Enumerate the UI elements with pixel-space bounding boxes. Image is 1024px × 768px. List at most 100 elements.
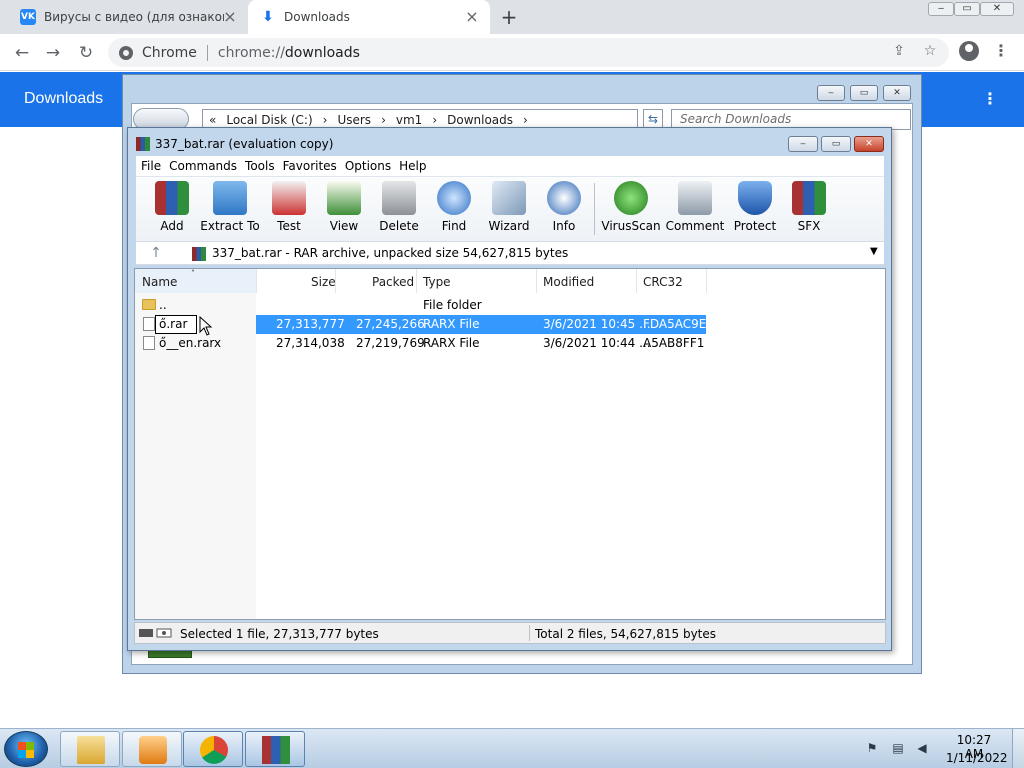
maximize-button[interactable]: ▭	[954, 2, 980, 16]
protect-button[interactable]: Protect	[724, 181, 786, 233]
toolbar-label: Test	[277, 219, 301, 233]
show-desktop-button[interactable]	[1012, 729, 1024, 768]
file-type: RARX File	[423, 336, 480, 350]
delete-button[interactable]: Delete	[368, 181, 430, 233]
vk-icon: VK	[20, 9, 36, 25]
column-header-name[interactable]: Name	[142, 275, 177, 289]
start-button[interactable]	[4, 731, 48, 767]
column-header-packed[interactable]: Packed	[372, 275, 414, 289]
downloads-menu-icon[interactable]: ⋮	[982, 89, 998, 108]
file-type: File folder	[423, 298, 482, 312]
chevron-right-icon[interactable]: ›	[381, 113, 386, 127]
reload-button[interactable]: ↻	[74, 41, 98, 65]
profile-avatar-icon[interactable]	[959, 41, 979, 61]
extract-to-icon	[213, 181, 247, 215]
breadcrumb-users[interactable]: Users	[337, 113, 371, 127]
file-icon	[143, 336, 155, 350]
back-button[interactable]: ←	[10, 41, 34, 65]
file-size: 27,313,777	[276, 317, 345, 331]
toolbar-label: Find	[441, 219, 467, 233]
taskbar-explorer[interactable]	[60, 731, 120, 767]
menu-tools[interactable]: Tools	[245, 159, 275, 173]
table-row[interactable]: .. File folder	[135, 296, 885, 315]
taskbar-media-player[interactable]	[122, 731, 182, 767]
forward-button[interactable]: →	[41, 41, 65, 65]
volume-icon[interactable]: ◀	[914, 740, 930, 756]
protect-icon	[738, 181, 772, 215]
menu-options[interactable]: Options	[345, 159, 391, 173]
breadcrumb-downloads[interactable]: Downloads	[447, 113, 513, 127]
clock-date[interactable]: 1/11/2022	[946, 751, 1008, 765]
new-tab-button[interactable]: +	[498, 6, 520, 28]
tab-vk-video[interactable]: VK Вирусы с видео (для ознакомле ×	[8, 0, 248, 34]
column-header-modified[interactable]: Modified	[543, 275, 594, 289]
explorer-minimize-button[interactable]: ‒	[817, 85, 845, 101]
chevron-right-icon[interactable]: ›	[323, 113, 328, 127]
tab-downloads[interactable]: ⬇ Downloads ×	[248, 0, 490, 34]
winrar-maximize-button[interactable]: ▭	[821, 136, 851, 152]
tab-title: Downloads	[284, 10, 350, 24]
share-icon[interactable]: ⇪	[889, 41, 909, 61]
menu-file[interactable]: File	[141, 159, 161, 173]
column-header-size[interactable]: Size	[311, 275, 336, 289]
file-name[interactable]: ő.rar	[159, 317, 187, 331]
toolbar-label: Info	[552, 219, 576, 233]
winrar-icon	[262, 736, 290, 764]
winrar-toolbar: Add Extract To Test View Delete Find Wiz…	[136, 176, 884, 241]
column-header-crc32[interactable]: CRC32	[643, 275, 683, 289]
file-crc: FDA5AC9E	[643, 317, 707, 331]
chevron-down-icon[interactable]: ▼	[870, 246, 878, 257]
chevron-right-icon[interactable]: ›	[432, 113, 437, 127]
minimize-button[interactable]: ‒	[928, 2, 954, 16]
virusscan-button[interactable]: VirusScan	[599, 181, 663, 233]
sfx-button[interactable]: SFX	[778, 181, 840, 233]
toolbar-separator	[594, 183, 595, 235]
breadcrumb-local-disk[interactable]: Local Disk (C:)	[226, 113, 312, 127]
toolbar-label: SFX	[797, 219, 821, 233]
archive-path-bar: ↑ 337_bat.rar - RAR archive, unpacked si…	[136, 241, 884, 265]
table-row[interactable]: ő__en.rarx 27,314,038 27,219,769 RARX Fi…	[135, 334, 885, 353]
explorer-close-button[interactable]: ✕	[883, 85, 911, 101]
menu-favorites[interactable]: Favorites	[283, 159, 337, 173]
info-button[interactable]: Info	[533, 181, 595, 233]
more-menu-icon[interactable]: ⋮	[993, 41, 1009, 61]
menu-commands[interactable]: Commands	[169, 159, 237, 173]
close-window-button[interactable]: ✕	[980, 2, 1014, 16]
close-tab-icon[interactable]: ×	[464, 9, 480, 25]
archive-path-text[interactable]: 337_bat.rar - RAR archive, unpacked size…	[212, 246, 568, 260]
url-scheme: chrome://	[217, 44, 285, 61]
delete-icon	[382, 181, 416, 215]
chrome-icon	[200, 736, 228, 764]
toolbar-label: View	[329, 219, 359, 233]
tab-strip: VK Вирусы с видео (для ознакомле × ⬇ Dow…	[0, 0, 1024, 34]
table-row[interactable]: ő.rar 27,313,777 27,245,266 RARX File 3/…	[135, 315, 885, 334]
action-center-icon[interactable]: ⚑	[864, 740, 880, 756]
chevron-right-icon[interactable]: ›	[523, 113, 528, 127]
chrome-icon	[119, 45, 133, 60]
view-button[interactable]: View	[313, 181, 375, 233]
winrar-minimize-button[interactable]: ‒	[788, 136, 818, 152]
wizard-button[interactable]: Wizard	[478, 181, 540, 233]
network-icon[interactable]: ▤	[890, 740, 906, 756]
menu-help[interactable]: Help	[399, 159, 426, 173]
column-header-type[interactable]: Type	[423, 275, 451, 289]
bookmark-star-icon[interactable]: ☆	[920, 41, 940, 61]
close-tab-icon[interactable]: ×	[222, 9, 238, 25]
address-bar[interactable]: Chrome chrome://downloads	[108, 38, 949, 67]
explorer-maximize-button[interactable]: ▭	[850, 85, 878, 101]
add-button[interactable]: Add	[140, 181, 204, 233]
file-list-header: Name ˄ Size Packed Type Modified CRC32	[135, 269, 885, 293]
breadcrumb-overflow[interactable]: «	[209, 113, 216, 127]
comment-button[interactable]: Comment	[663, 181, 727, 233]
up-arrow-icon[interactable]: ↑	[148, 245, 164, 261]
breadcrumb-vm1[interactable]: vm1	[396, 113, 422, 127]
find-button[interactable]: Find	[423, 181, 485, 233]
file-list: Name ˄ Size Packed Type Modified CRC32 .…	[134, 268, 886, 620]
winrar-close-button[interactable]: ✕	[854, 136, 884, 152]
taskbar-chrome[interactable]	[183, 731, 243, 767]
file-type: RARX File	[423, 317, 480, 331]
url-path: downloads	[284, 44, 360, 61]
extract-to-button[interactable]: Extract To	[199, 181, 261, 233]
taskbar-winrar[interactable]	[245, 731, 305, 767]
test-button[interactable]: Test	[258, 181, 320, 233]
